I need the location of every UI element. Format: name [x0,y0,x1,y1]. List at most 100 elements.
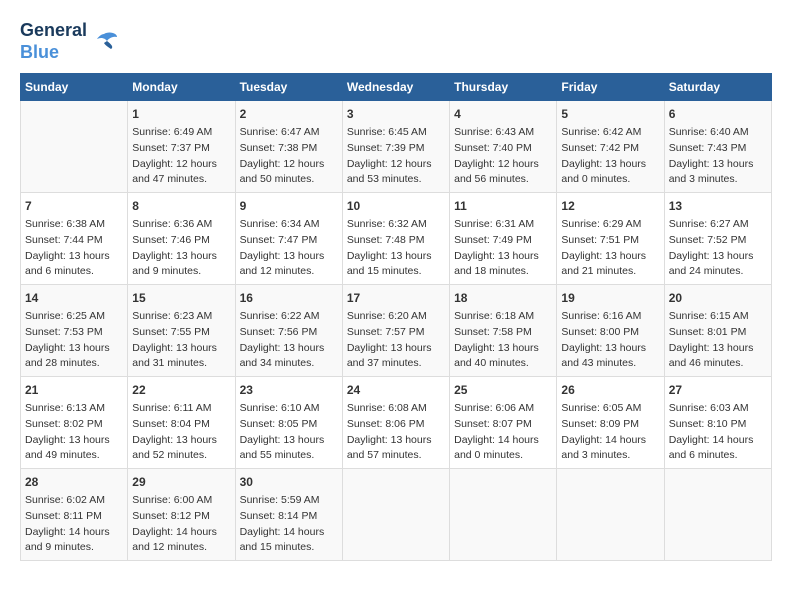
day-content: Sunrise: 6:45 AMSunset: 7:39 PMDaylight:… [347,125,445,188]
day-content: Sunrise: 6:02 AMSunset: 8:11 PMDaylight:… [25,493,123,556]
day-content: Sunrise: 6:42 AMSunset: 7:42 PMDaylight:… [561,125,659,188]
day-content: Sunrise: 6:49 AMSunset: 7:37 PMDaylight:… [132,125,230,188]
day-content: Sunrise: 6:47 AMSunset: 7:38 PMDaylight:… [240,125,338,188]
day-number: 20 [669,289,767,307]
calendar-cell: 26Sunrise: 6:05 AMSunset: 8:09 PMDayligh… [557,377,664,469]
day-content: Sunrise: 6:23 AMSunset: 7:55 PMDaylight:… [132,309,230,372]
logo-text: GeneralBlue [20,20,87,63]
calendar-cell: 20 Sunrise: 6:15 AMSunset: 8:01 PMDayligh… [664,285,771,377]
calendar-cell: 21 Sunrise: 6:13 AMSunset: 8:02 PMDayligh… [21,377,128,469]
day-number: 21 [25,381,123,399]
day-number: 8 [132,197,230,215]
header-cell-wednesday: Wednesday [342,74,449,101]
header-cell-sunday: Sunday [21,74,128,101]
calendar-cell: 30Sunrise: 5:59 AMSunset: 8:14 PMDayligh… [235,469,342,561]
day-number: 18 [454,289,552,307]
day-number: 6 [669,105,767,123]
day-content: Sunrise: 6:31 AMSunset: 7:49 PMDaylight:… [454,217,552,280]
day-number: 4 [454,105,552,123]
day-content: Sunrise: 6:40 AMSunset: 7:43 PMDaylight:… [669,125,767,188]
calendar-body: 1 Sunrise: 6:49 AMSunset: 7:37 PMDaylight… [21,101,772,561]
day-number: 17 [347,289,445,307]
page-header: GeneralBlue [20,20,772,63]
calendar-cell: 6 Sunrise: 6:40 AMSunset: 7:43 PMDaylight… [664,101,771,193]
day-number: 14 [25,289,123,307]
day-number: 28 [25,473,123,491]
day-number: 3 [347,105,445,123]
day-content: Sunrise: 6:38 AMSunset: 7:44 PMDaylight:… [25,217,123,280]
day-number: 27 [669,381,767,399]
day-number: 10 [347,197,445,215]
day-content: Sunrise: 6:43 AMSunset: 7:40 PMDaylight:… [454,125,552,188]
calendar-cell [557,469,664,561]
calendar-cell: 7 Sunrise: 6:38 AMSunset: 7:44 PMDaylight… [21,193,128,285]
day-number: 5 [561,105,659,123]
day-content: Sunrise: 6:36 AMSunset: 7:46 PMDaylight:… [132,217,230,280]
day-content: Sunrise: 6:03 AMSunset: 8:10 PMDaylight:… [669,401,767,464]
day-content: Sunrise: 5:59 AMSunset: 8:14 PMDaylight:… [240,493,338,556]
day-content: Sunrise: 6:22 AMSunset: 7:56 PMDaylight:… [240,309,338,372]
day-number: 9 [240,197,338,215]
calendar-cell: 1 Sunrise: 6:49 AMSunset: 7:37 PMDaylight… [128,101,235,193]
day-content: Sunrise: 6:10 AMSunset: 8:05 PMDaylight:… [240,401,338,464]
calendar-cell: 19 Sunrise: 6:16 AMSunset: 8:00 PMDayligh… [557,285,664,377]
calendar-cell: 9 Sunrise: 6:34 AMSunset: 7:47 PMDaylight… [235,193,342,285]
header-cell-saturday: Saturday [664,74,771,101]
day-number: 22 [132,381,230,399]
calendar-cell: 25 Sunrise: 6:06 AMSunset: 8:07 PMDayligh… [450,377,557,469]
day-content: Sunrise: 6:08 AMSunset: 8:06 PMDaylight:… [347,401,445,464]
day-content: Sunrise: 6:05 AMSunset: 8:09 PMDaylight:… [561,401,659,464]
day-content: Sunrise: 6:00 AMSunset: 8:12 PMDaylight:… [132,493,230,556]
logo-bird-icon [89,29,119,54]
day-content: Sunrise: 6:15 AMSunset: 8:01 PMDaylight:… [669,309,767,372]
day-content: Sunrise: 6:11 AMSunset: 8:04 PMDaylight:… [132,401,230,464]
header-cell-thursday: Thursday [450,74,557,101]
logo: GeneralBlue [20,20,119,63]
calendar-cell: 12 Sunrise: 6:29 AMSunset: 7:51 PMDayligh… [557,193,664,285]
calendar-cell: 23 Sunrise: 6:10 AMSunset: 8:05 PMDayligh… [235,377,342,469]
day-content: Sunrise: 6:27 AMSunset: 7:52 PMDaylight:… [669,217,767,280]
header-cell-monday: Monday [128,74,235,101]
calendar-cell: 3 Sunrise: 6:45 AMSunset: 7:39 PMDaylight… [342,101,449,193]
calendar-cell: 29 Sunrise: 6:00 AMSunset: 8:12 PMDayligh… [128,469,235,561]
day-number: 15 [132,289,230,307]
calendar-cell: 17 Sunrise: 6:20 AMSunset: 7:57 PMDayligh… [342,285,449,377]
calendar-table: SundayMondayTuesdayWednesdayThursdayFrid… [20,73,772,561]
day-content: Sunrise: 6:34 AMSunset: 7:47 PMDaylight:… [240,217,338,280]
day-number: 25 [454,381,552,399]
calendar-cell: 14 Sunrise: 6:25 AMSunset: 7:53 PMDayligh… [21,285,128,377]
calendar-cell: 15 Sunrise: 6:23 AMSunset: 7:55 PMDayligh… [128,285,235,377]
day-number: 19 [561,289,659,307]
calendar-cell [21,101,128,193]
calendar-cell: 22 Sunrise: 6:11 AMSunset: 8:04 PMDayligh… [128,377,235,469]
day-number: 23 [240,381,338,399]
calendar-cell: 18 Sunrise: 6:18 AMSunset: 7:58 PMDayligh… [450,285,557,377]
day-content: Sunrise: 6:13 AMSunset: 8:02 PMDaylight:… [25,401,123,464]
day-number: 2 [240,105,338,123]
header-cell-friday: Friday [557,74,664,101]
calendar-cell: 24 Sunrise: 6:08 AMSunset: 8:06 PMDayligh… [342,377,449,469]
day-number: 1 [132,105,230,123]
calendar-cell: 16 Sunrise: 6:22 AMSunset: 7:56 PMDayligh… [235,285,342,377]
calendar-cell [450,469,557,561]
day-number: 12 [561,197,659,215]
day-number: 24 [347,381,445,399]
day-content: Sunrise: 6:29 AMSunset: 7:51 PMDaylight:… [561,217,659,280]
calendar-cell: 2 Sunrise: 6:47 AMSunset: 7:38 PMDaylight… [235,101,342,193]
day-content: Sunrise: 6:25 AMSunset: 7:53 PMDaylight:… [25,309,123,372]
week-row-2: 14 Sunrise: 6:25 AMSunset: 7:53 PMDayligh… [21,285,772,377]
day-content: Sunrise: 6:32 AMSunset: 7:48 PMDaylight:… [347,217,445,280]
calendar-cell: 11 Sunrise: 6:31 AMSunset: 7:49 PMDayligh… [450,193,557,285]
day-content: Sunrise: 6:18 AMSunset: 7:58 PMDaylight:… [454,309,552,372]
day-number: 16 [240,289,338,307]
calendar-cell: 8 Sunrise: 6:36 AMSunset: 7:46 PMDaylight… [128,193,235,285]
calendar-cell: 28 Sunrise: 6:02 AMSunset: 8:11 PMDayligh… [21,469,128,561]
day-number: 7 [25,197,123,215]
day-content: Sunrise: 6:16 AMSunset: 8:00 PMDaylight:… [561,309,659,372]
day-number: 29 [132,473,230,491]
day-content: Sunrise: 6:06 AMSunset: 8:07 PMDaylight:… [454,401,552,464]
header-cell-tuesday: Tuesday [235,74,342,101]
day-number: 11 [454,197,552,215]
calendar-cell: 13Sunrise: 6:27 AMSunset: 7:52 PMDayligh… [664,193,771,285]
day-content: Sunrise: 6:20 AMSunset: 7:57 PMDaylight:… [347,309,445,372]
